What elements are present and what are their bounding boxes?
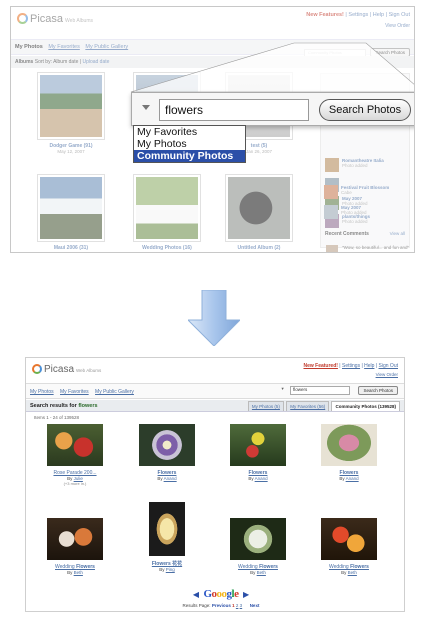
dropdown-option-community-photos[interactable]: Community Photos (134, 150, 245, 162)
scope-dropdown-arrow-icon[interactable]: ▼ (281, 386, 286, 395)
result-thumbnail[interactable] (321, 518, 377, 560)
down-arrow-icon (188, 290, 240, 346)
by-label: By (250, 570, 256, 575)
next-page-link[interactable]: Next (250, 603, 260, 608)
dropdown-option-my-photos[interactable]: My Photos (134, 138, 245, 150)
nav-my-favorites[interactable]: My Favorites (60, 389, 89, 395)
dropdown-option-my-favorites[interactable]: My Favorites (134, 126, 245, 138)
result-item[interactable]: Wedding Flowers By Beth (309, 508, 389, 575)
search-photos-button[interactable]: Search Photos (319, 99, 411, 121)
result-item[interactable]: Flowers 花花 By Ping (127, 502, 207, 572)
result-thumbnail[interactable] (149, 502, 185, 556)
result-item[interactable]: Flowers By Anand (127, 424, 207, 481)
by-label: By (341, 570, 347, 575)
result-byline: By Beth (309, 570, 389, 575)
result-byline: By Beth (35, 570, 115, 575)
by-label: By (157, 476, 163, 481)
page-1-current: 1 (232, 603, 235, 608)
google-pager-logo-text: Gooogle (203, 588, 239, 600)
by-label: By (159, 567, 165, 572)
previous-arrow-icon[interactable]: ◀ (193, 590, 199, 599)
sign-out-link[interactable]: Sign Out (379, 363, 398, 369)
result-thumbnail[interactable] (47, 424, 103, 466)
author-link[interactable]: Anand (346, 476, 359, 481)
result-byline: By Beth (218, 570, 298, 575)
picasa-logo-icon (32, 364, 42, 374)
previous-page-link[interactable]: Previous (212, 603, 231, 608)
settings-link[interactable]: Settings (342, 363, 360, 369)
results-title-prefix: Search results for (30, 403, 77, 409)
help-link[interactable]: Help (364, 363, 374, 369)
result-byline: By Ping (127, 567, 207, 572)
result-thumbnail[interactable] (230, 424, 286, 466)
author-link[interactable]: Beth (348, 570, 357, 575)
page-2-link[interactable]: 2 (236, 603, 239, 608)
result-thumbnail[interactable] (230, 518, 286, 560)
result-item[interactable]: Flowers By Anand (309, 424, 389, 481)
results-header-bar: Search results for flowers My Photos (5)… (26, 400, 404, 412)
logo-text: Picasa (44, 364, 75, 375)
search-input[interactable]: flowers (159, 99, 309, 121)
results-query: flowers (78, 403, 98, 409)
tab-community-photos[interactable]: Community Photos (139528) (331, 401, 400, 411)
author-link[interactable]: Ping (166, 567, 175, 572)
search-input[interactable]: flowers (290, 386, 351, 395)
view-order-link[interactable]: View Order (376, 372, 398, 377)
result-item[interactable]: Wedding Flowers By Beth (35, 508, 115, 575)
search-photos-button[interactable]: Search Photos (358, 386, 398, 395)
result-byline: By Anand (218, 476, 298, 481)
results-pager: ◀ Gooogle ▶ Results Page: Previous 1 2 3… (156, 584, 286, 608)
author-link[interactable]: Beth (74, 570, 83, 575)
search-scope-dropdown: My Favorites My Photos Community Photos (133, 125, 246, 163)
author-link[interactable]: Beth (257, 570, 266, 575)
google-logo-letter: G (203, 588, 212, 600)
new-featured-link[interactable]: New Featured! (303, 363, 337, 369)
by-label: By (248, 476, 254, 481)
scope-dropdown-arrow-icon[interactable] (142, 105, 150, 110)
result-thumbnail[interactable] (47, 518, 103, 560)
picasa-logo[interactable]: Picasa Web Albums (32, 364, 101, 375)
results-page-label: Results Page: (182, 603, 211, 608)
by-label: By (339, 476, 345, 481)
results-tabs: My Photos (5) My Favorites (56) Communit… (247, 401, 400, 411)
result-thumbnail[interactable] (321, 424, 377, 466)
pager-logo-row: ◀ Gooogle ▶ (156, 584, 286, 602)
result-item[interactable]: Rose Parade 200... By Julie (+3 more in.… (35, 424, 115, 486)
pager-links: Results Page: Previous 1 2 3 Next (156, 603, 286, 608)
items-range: Items 1 - 24 of 139528 (34, 415, 80, 420)
logo-subtitle: Web Albums (76, 368, 102, 373)
result-byline: By Anand (309, 476, 389, 481)
search-bar: ▼ flowers Search Photos (281, 386, 398, 396)
author-link[interactable]: Anand (255, 476, 268, 481)
tab-my-photos[interactable]: My Photos (5) (247, 401, 284, 411)
result-item[interactable]: Wedding Flowers By Beth (218, 508, 298, 575)
page-3-link[interactable]: 3 (240, 603, 243, 608)
nav-my-public-gallery[interactable]: My Public Gallery (95, 389, 134, 395)
result-extra: (+3 more in.) (63, 481, 87, 486)
top-links: New Featured! | Settings | Help | Sign O… (303, 363, 398, 369)
zoomed-search-bar: flowers Search Photos (131, 92, 414, 126)
next-arrow-icon[interactable]: ▶ (243, 590, 249, 599)
result-byline: By Anand (127, 476, 207, 481)
before-screenshot: Picasa Web Albums New Features! | Setting… (10, 6, 415, 253)
nav-my-photos[interactable]: My Photos (30, 389, 54, 395)
google-pager-logo: Gooogle (203, 588, 239, 600)
result-thumbnail[interactable] (139, 424, 195, 466)
author-link[interactable]: Anand (164, 476, 177, 481)
result-item[interactable]: Flowers By Anand (218, 424, 298, 481)
results-title: Search results for flowers (30, 403, 98, 409)
result-title[interactable]: Flowers 花花 (127, 560, 207, 567)
google-logo-letter: e (234, 588, 239, 600)
tab-my-favorites[interactable]: My Favorites (56) (286, 401, 330, 411)
tutorial-figure: Picasa Web Albums New Features! | Setting… (0, 0, 430, 618)
after-screenshot: Picasa Web Albums New Featured! | Setting… (25, 357, 405, 612)
by-label: By (67, 570, 73, 575)
